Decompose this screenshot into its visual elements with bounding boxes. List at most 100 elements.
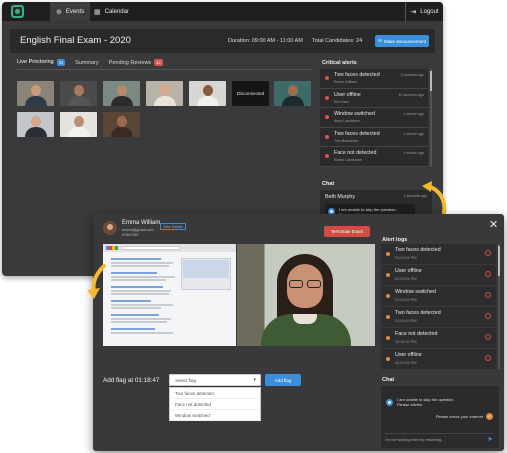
- tab-label: Live Proctoring: [17, 59, 54, 65]
- alert-log-title: Two faces detected: [395, 247, 441, 253]
- alert-log-item[interactable]: Two faces detected 01:20:00 PM –: [381, 307, 496, 327]
- alert-log-title: Window switched: [395, 289, 436, 295]
- flag-icon[interactable]: –: [485, 355, 491, 361]
- alert-candidate: Ela Khan: [334, 99, 349, 104]
- chat-panel: Chat I am unable to skip the question. P…: [381, 374, 501, 449]
- candidate-thumbnail[interactable]: [60, 81, 97, 106]
- alert-log-time: 01:20:00 PM: [395, 255, 417, 260]
- total-candidates: Total Candidates: 24: [312, 38, 363, 44]
- chat-message-incoming: I am unable to skip the question. Please…: [386, 396, 486, 410]
- add-flag-label: Add flag at 01:18:47: [103, 377, 160, 384]
- proctor-avatar-icon: P: [486, 413, 493, 420]
- alert-log-item[interactable]: User offline 01:20:00 PM –: [381, 265, 496, 285]
- alerts-scrollbar[interactable]: [430, 69, 432, 167]
- alert-log-item[interactable]: Window switched 01:20:00 PM –: [381, 286, 496, 306]
- exam-header: English Final Exam - 2020 Duration: 09:0…: [10, 29, 435, 53]
- tab-label: Pending Reviews: [108, 59, 152, 66]
- alert-dot-icon: [386, 315, 390, 319]
- flag-icon[interactable]: –: [485, 292, 491, 298]
- alert-log-title: Face not detected: [395, 331, 438, 337]
- alert-log-item[interactable]: Two faces detected 01:20:00 PM –: [381, 244, 496, 264]
- candidate-thumbnail[interactable]: [274, 81, 311, 106]
- nav-calendar[interactable]: ▦ Calendar: [88, 2, 135, 21]
- flag-icon[interactable]: –: [485, 334, 491, 340]
- close-icon[interactable]: ✕: [489, 218, 498, 231]
- alert-log-item[interactable]: Face not detected 12:15:00 PM –: [381, 328, 496, 348]
- callout-arrow-icon: [422, 181, 447, 215]
- alert-log-time: 12:15:00 PM: [395, 339, 417, 344]
- exam-duration: Duration: 09:00 AM - 11:00 AM: [228, 38, 303, 44]
- alert-time: 10 seconds ago: [398, 92, 424, 97]
- alert-log-time: 12:01:00 PM: [395, 360, 417, 365]
- user-avatar-icon: [386, 399, 393, 406]
- flag-select-value: Select flag: [175, 377, 197, 383]
- flag-option[interactable]: Window switched: [170, 410, 260, 421]
- alert-title: Two faces detected: [334, 130, 380, 137]
- critical-alerts-panel: Critical alerts Two faces detected Emma …: [320, 57, 432, 167]
- view-details-button[interactable]: View Details: [160, 223, 186, 230]
- alert-log-title: Two faces detected: [395, 310, 441, 316]
- proctor-detail-window: Emma William emma@gmail.com #7667367 Vie…: [93, 214, 504, 451]
- terminate-exam-button[interactable]: Terminate Exam: [324, 226, 370, 237]
- alert-log-time: 01:20:00 PM: [395, 318, 417, 323]
- flag-icon[interactable]: –: [485, 313, 491, 319]
- alert-dot-icon: [386, 273, 390, 277]
- flag-icon[interactable]: –: [485, 250, 491, 256]
- candidate-thumbnail[interactable]: [103, 112, 140, 137]
- search-input: [121, 246, 181, 250]
- chat-message-line: Please advise.: [397, 402, 424, 407]
- critical-alert-item[interactable]: Window switched Anne Landstorm 1 minute …: [320, 108, 428, 128]
- candidate-thumbnail[interactable]: [189, 81, 226, 106]
- alert-dot-icon: [386, 294, 390, 298]
- alert-logs-list: Two faces detected 01:20:00 PM – User of…: [381, 244, 496, 369]
- alert-logs-scrollbar[interactable]: [498, 244, 500, 369]
- logout-button[interactable]: ⇥ Logout: [405, 2, 443, 21]
- critical-alert-item[interactable]: Face not detected Elaine Landstorm 1 min…: [320, 147, 428, 167]
- alert-time: 1 minute ago: [403, 131, 424, 136]
- alert-log-item[interactable]: User offline 12:01:00 PM –: [381, 349, 496, 369]
- alert-logs-panel: Alert logs Two faces detected 01:20:00 P…: [381, 234, 501, 369]
- flag-option[interactable]: Two faces detected: [170, 388, 260, 399]
- alert-title: Face not detected: [334, 150, 377, 156]
- flag-option[interactable]: Face not detected: [170, 399, 260, 410]
- tab-label: Summary: [75, 59, 99, 66]
- chat-input[interactable]: [385, 436, 481, 443]
- candidate-thumbnail[interactable]: [17, 112, 54, 137]
- alert-log-title: User offline: [395, 268, 422, 274]
- events-icon: ⊕: [56, 8, 62, 16]
- app-logo[interactable]: [11, 5, 24, 18]
- chat-sender-name: Beth Murphy: [325, 194, 356, 200]
- webcam-view: [237, 244, 375, 346]
- nav-events[interactable]: ⊕ Events: [50, 2, 91, 21]
- exam-title: English Final Exam - 2020: [20, 35, 131, 46]
- alert-candidate: Elaine Landstorm: [334, 158, 362, 162]
- top-nav-bar: ⊕ Events ▦ Calendar ⇥ Logout: [2, 2, 443, 21]
- flag-select[interactable]: Select flag ▾: [169, 374, 261, 386]
- chat-reply-text: Please check your internet: [435, 414, 483, 419]
- critical-alert-item[interactable]: Two faces detected Tom Brandman 1 minute…: [320, 128, 428, 147]
- alert-dot-icon: [325, 134, 329, 139]
- alert-candidate: Tom Brandman: [334, 138, 359, 143]
- candidate-thumbnail[interactable]: [17, 81, 54, 106]
- alert-time: 2 seconds ago: [400, 73, 424, 77]
- candidate-thumbnail[interactable]: [146, 81, 183, 106]
- alert-log-time: 01:20:00 PM: [395, 276, 417, 281]
- critical-alert-item[interactable]: Two faces detected Emma William 2 second…: [320, 69, 428, 89]
- critical-alerts-list: Two faces detected Emma William 2 second…: [320, 69, 428, 167]
- candidate-email: emma@gmail.com: [122, 228, 154, 232]
- make-announcement-button[interactable]: ✉ Make announcement: [375, 35, 429, 47]
- alert-candidate: Emma William: [334, 80, 357, 84]
- chat-message-text: I am unable to skip the question. Please…: [397, 397, 455, 407]
- candidate-thumbnail[interactable]: [103, 81, 140, 106]
- chat-heading: Chat: [382, 377, 395, 383]
- screen-share-view: [103, 244, 236, 346]
- send-icon[interactable]: ➤: [487, 435, 493, 443]
- candidate-thumbnail-disconnected[interactable]: Disconnected: [232, 81, 269, 106]
- critical-alert-item[interactable]: User offline Ela Khan 10 seconds ago: [320, 89, 428, 108]
- chat-thread: I am unable to skip the question. Please…: [381, 386, 499, 448]
- chevron-down-icon: ▾: [253, 377, 256, 383]
- alert-time: 1 minute ago: [403, 112, 424, 116]
- candidate-thumbnail[interactable]: [60, 112, 97, 137]
- add-flag-button[interactable]: Add flag: [265, 374, 301, 386]
- flag-icon[interactable]: –: [485, 271, 491, 277]
